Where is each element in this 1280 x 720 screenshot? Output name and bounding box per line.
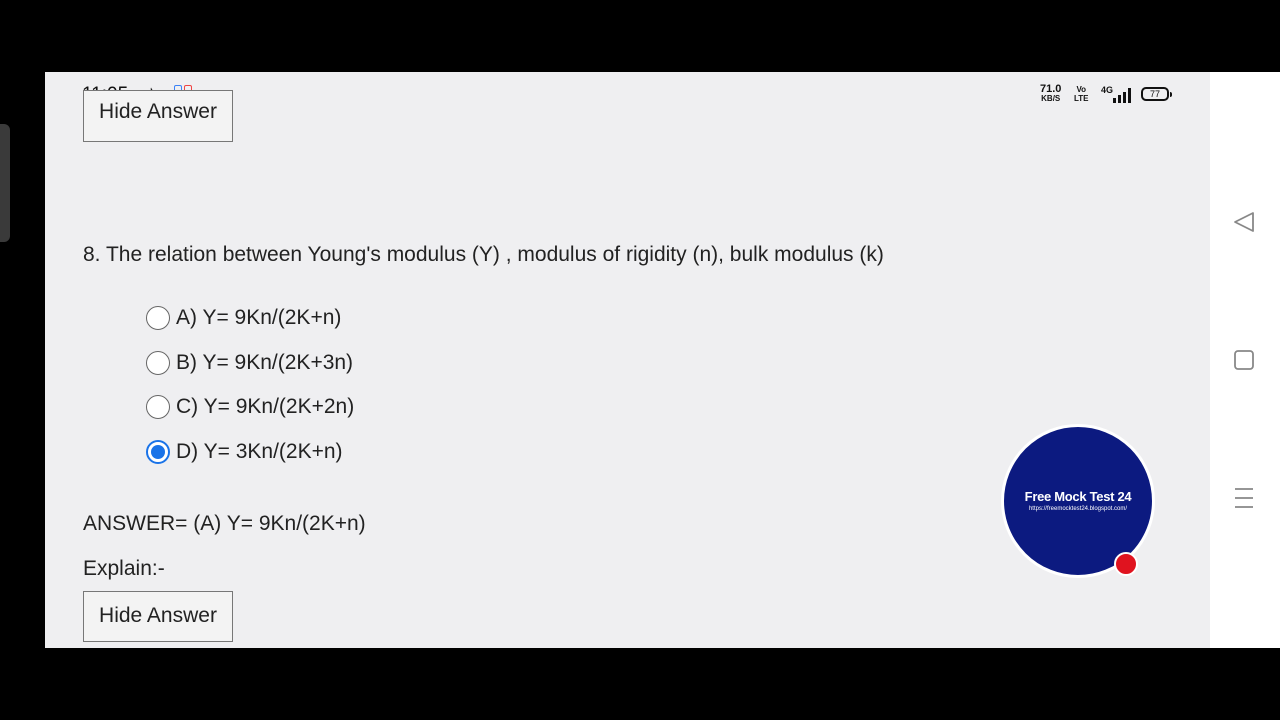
record-indicator-icon[interactable] — [1114, 552, 1138, 576]
option-d[interactable]: D) Y= 3Kn/(2K+n) — [146, 437, 343, 467]
option-d-label: D) Y= 3Kn/(2K+n) — [176, 440, 343, 463]
question-text: 8. The relation between Young's modulus … — [83, 243, 884, 266]
logo-title: Free Mock Test 24 — [1024, 489, 1132, 504]
logo-url: https://freemocktest24.blogspot.com/ — [1028, 506, 1128, 512]
battery-icon: 77 — [1141, 87, 1172, 101]
phone-screen: 11:05 ♪ 71.0 KB/S Vo LTE 4G 77 Hide Answ… — [45, 72, 1210, 648]
option-a-radio[interactable] — [146, 306, 170, 330]
hide-answer-label-top: Hide Answer — [99, 100, 217, 123]
hide-answer-label: Hide Answer — [99, 604, 217, 627]
back-triangle-icon[interactable] — [1210, 202, 1280, 242]
network-speed-unit: KB/S — [1041, 94, 1061, 103]
option-c[interactable]: C) Y= 9Kn/(2K+2n) — [146, 392, 354, 422]
option-b-label: B) Y= 9Kn/(2K+3n) — [176, 351, 354, 374]
hide-answer-button[interactable]: Hide Answer — [83, 591, 233, 642]
menu-lines-icon[interactable] — [1210, 478, 1280, 518]
explain-label: Explain:- — [83, 557, 165, 580]
answer-text: ANSWER= (A) Y= 9Kn/(2K+n) — [83, 512, 366, 535]
volte-top: Vo — [1076, 85, 1087, 94]
option-a-label: A) Y= 9Kn/(2K+n) — [176, 306, 342, 329]
option-d-radio[interactable] — [146, 440, 170, 464]
hide-answer-button-top[interactable]: Hide Answer — [83, 90, 233, 142]
home-square-icon[interactable] — [1210, 340, 1280, 380]
battery-level: 77 — [1149, 89, 1160, 99]
navigation-bar — [1210, 72, 1280, 648]
network-type-label: 4G — [1101, 85, 1114, 95]
option-c-label: C) Y= 9Kn/(2K+2n) — [176, 395, 355, 418]
volte-indicator: Vo LTE — [1074, 85, 1089, 103]
option-b-radio[interactable] — [146, 351, 170, 375]
network-speed: 71.0 KB/S — [1040, 84, 1061, 104]
option-b[interactable]: B) Y= 9Kn/(2K+3n) — [146, 348, 353, 378]
option-c-radio[interactable] — [146, 395, 170, 419]
edge-panel-handle[interactable] — [0, 124, 10, 242]
signal-strength-icon — [1113, 87, 1133, 103]
volte-bottom: LTE — [1074, 94, 1089, 103]
option-a[interactable]: A) Y= 9Kn/(2K+n) — [146, 303, 341, 333]
